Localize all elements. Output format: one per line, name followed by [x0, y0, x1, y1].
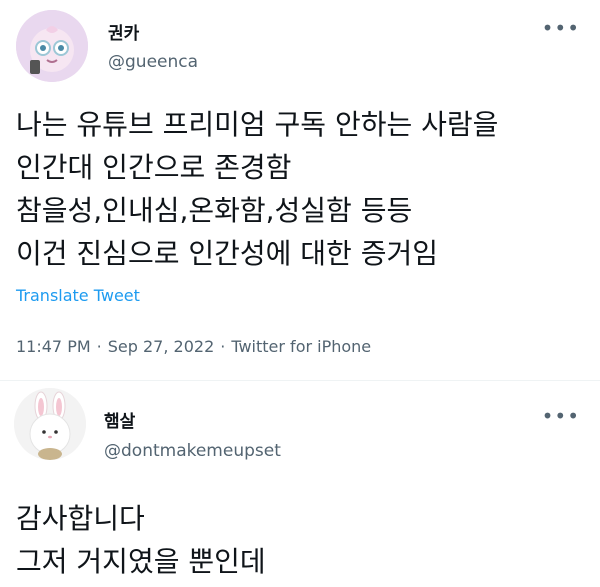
tweet-text-line: 참을성,인내심,온화함,성실함 등등	[16, 194, 413, 227]
username-handle[interactable]: @dontmakemeupset	[104, 441, 281, 461]
meta-separator: ·	[96, 337, 102, 356]
tweet-source[interactable]: Twitter for iPhone	[231, 337, 371, 356]
tweet-metadata: 11:47 PM · Sep 27, 2022 · Twitter for iPhone	[16, 337, 371, 356]
display-name[interactable]: 권카	[108, 19, 139, 44]
tweet-text-line: 나는 유튜브 프리미엄 구독 안하는 사람을	[16, 108, 499, 141]
username-handle[interactable]: @gueenca	[108, 52, 198, 72]
tweet-text-line: 이건 진심으로 인간성에 대한 증거임	[16, 237, 439, 270]
meta-separator: ·	[220, 337, 226, 356]
tweet-time[interactable]: 11:47 PM	[16, 337, 91, 356]
tweet-text-line: 감사합니다	[16, 502, 145, 535]
avatar[interactable]	[14, 388, 86, 460]
avatar[interactable]	[16, 10, 88, 82]
tweet-text: 나는 유튜브 프리미엄 구독 안하는 사람을 인간대 인간으로 존경함 참을성,…	[16, 103, 498, 275]
more-horizontal-icon[interactable]: •••	[542, 18, 580, 38]
tweet-text-line: 인간대 인간으로 존경함	[16, 151, 292, 184]
tweet-text-line: 그저 거지였을 뿐인데	[16, 545, 266, 578]
display-name[interactable]: 햄살	[104, 407, 135, 432]
more-horizontal-icon[interactable]: •••	[542, 406, 580, 426]
tweet-date[interactable]: Sep 27, 2022	[108, 337, 215, 356]
translate-tweet-link[interactable]: Translate Tweet	[16, 286, 140, 305]
tweet-reply: 햄살 @dontmakemeupset ••• 감사합니다 그저 거지였을 뿐인…	[0, 380, 600, 587]
tweet-text: 감사합니다 그저 거지였을 뿐인데	[16, 497, 266, 583]
bunny-plush-avatar-icon	[14, 388, 86, 460]
tweet-original: 권카 @gueenca ••• 나는 유튜브 프리미엄 구독 안하는 사람을 인…	[0, 0, 600, 380]
jigglypuff-avatar-icon	[16, 10, 88, 82]
